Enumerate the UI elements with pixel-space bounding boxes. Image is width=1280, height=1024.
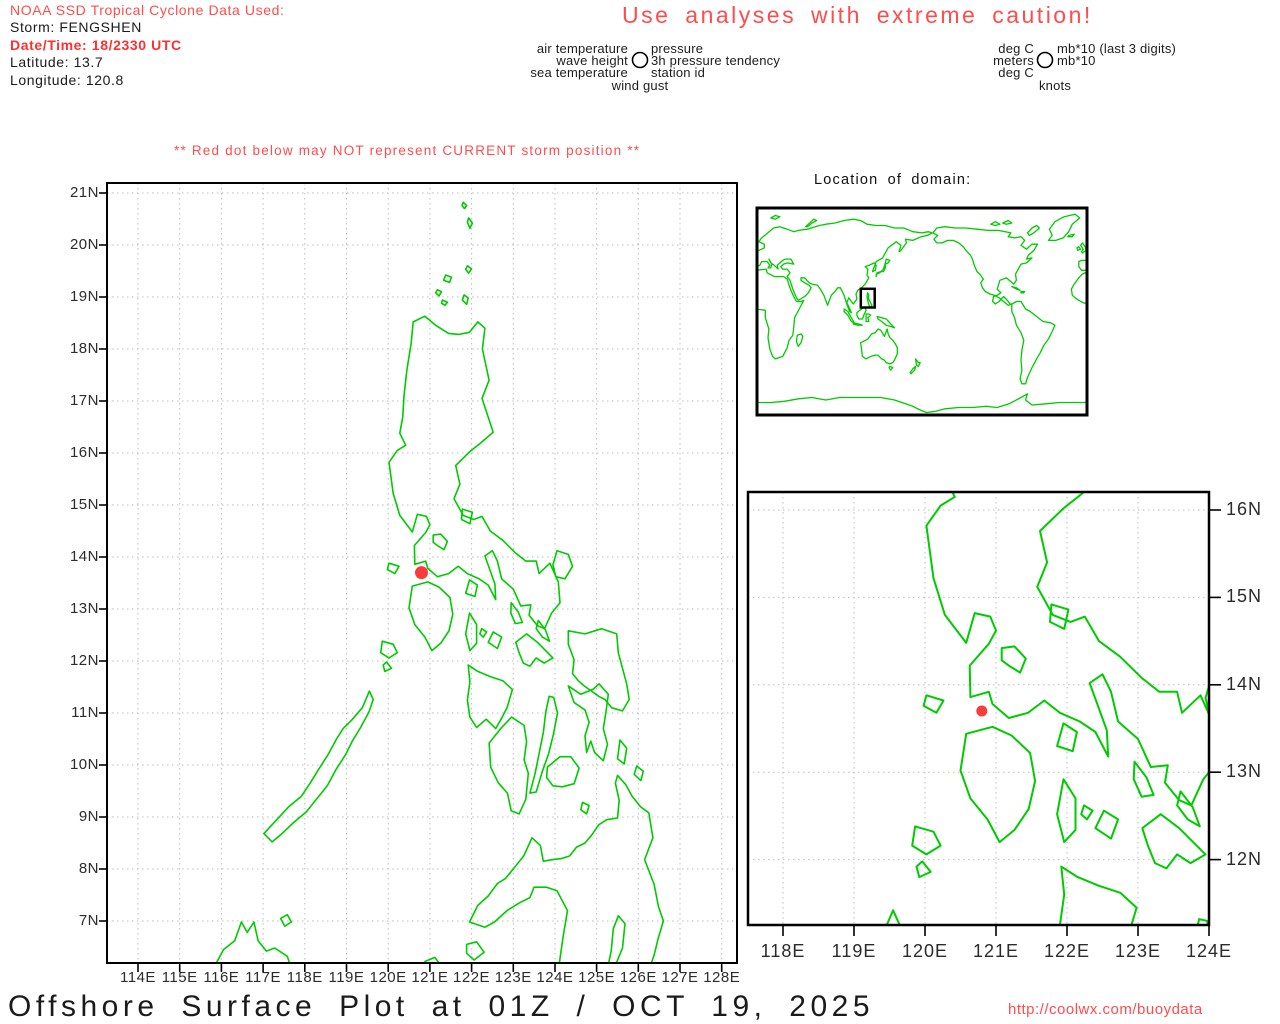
main-map-lon-label: 118E [286,969,323,986]
zoom-inset-lat-label: 15N [1226,586,1263,607]
main-map-lat-label: 19N [69,287,99,305]
main-map-lon-label: 116E [203,969,240,986]
main-map-lat-label: 14N [69,547,99,565]
main-map-lon-label: 119E [328,969,365,986]
zoom-inset-lon-label: 123E [1114,941,1162,961]
main-map-lat-label: 7N [78,911,99,929]
main-map-lon-label: 124E [536,969,574,986]
zoom-inset-lat-label: 16N [1226,499,1263,519]
domain-inset-title: Location of domain: [814,172,972,188]
storm-name-line: Storm: FENGSHEN [10,19,142,36]
storm-position-warning: ** Red dot below may NOT represent CURRE… [174,143,641,158]
main-map-lat-label: 16N [69,443,99,461]
main-map-lat-label: 18N [69,339,99,357]
zoom-inset-lon-label: 124E [1185,941,1233,961]
world-inset-map [755,206,1089,417]
zoom-inset-lon-label: 122E [1043,941,1091,961]
main-map-lat-label: 13N [69,599,99,617]
storm-position-dot [415,566,428,580]
wind-units-label: knots [1038,78,1072,93]
main-map-lat-label: 12N [69,651,99,669]
main-map-lat-label: 20N [69,235,99,253]
zoom-inset-lon-label: 119E [831,941,877,961]
main-map-lon-label: 114E [120,969,156,986]
main-map-lon-label: 126E [619,969,657,986]
offshore-surface-plot: NOAA SSD Tropical Cyclone Data Used: Sto… [0,0,1280,1024]
zoom-inset-map [746,490,1221,936]
main-map-lon-label: 125E [578,969,616,986]
data-source-line: NOAA SSD Tropical Cyclone Data Used: [10,2,285,18]
station-circle-icon [631,51,649,69]
main-map-lat-label: 21N [69,183,99,201]
main-map-lat-label: 17N [69,391,99,409]
plot-title: Offshore Surface Plot at 01Z / OCT 19, 2… [8,990,875,1023]
main-map-lon-label: 117E [245,969,282,986]
wind-gust-label: wind gust [611,78,669,93]
main-map-lon-label: 121E [411,969,449,986]
main-map-lon-label: 122E [453,969,491,986]
main-map-lon-label: 127E [661,969,699,986]
zoom-inset-lon-label: 121E [972,941,1020,961]
zoom-inset-lat-label: 13N [1226,761,1263,782]
main-map-lat-label: 15N [69,495,99,513]
storm-datetime-line: Date/Time: 18/2330 UTC [10,36,182,53]
main-map [99,182,738,972]
sea-temperature-label: sea temperature [530,65,628,80]
caution-banner: Use analyses with extreme caution! [622,2,1093,28]
source-url: http://coolwx.com/buoydata [1008,1001,1203,1018]
main-map-lat-label: 9N [78,807,99,825]
sea-temp-units-label: deg C [998,65,1034,80]
main-map-lat-label: 8N [78,859,99,877]
storm-latitude-line: Latitude: 13.7 [10,54,104,71]
zoom-inset-lon-label: 120E [901,941,949,961]
main-map-lon-label: 123E [494,969,532,986]
storm-position-dot [976,705,988,717]
main-map-lat-label: 10N [69,755,99,773]
zoom-inset-lat-label: 14N [1226,673,1263,694]
units-circle-icon [1036,51,1054,69]
zoom-inset-lat-label: 12N [1226,848,1263,869]
zoom-inset-lon-label: 118E [760,941,806,961]
tendency-units-label: mb*10 [1057,53,1096,68]
main-map-lon-label: 128E [703,969,741,986]
main-map-lon-label: 115E [161,969,198,986]
storm-info-block: NOAA SSD Tropical Cyclone Data Used: Sto… [10,2,284,89]
main-map-lon-label: 120E [369,969,407,986]
main-map-lat-label: 11N [71,703,99,721]
storm-longitude-line: Longitude: 120.8 [10,71,124,88]
